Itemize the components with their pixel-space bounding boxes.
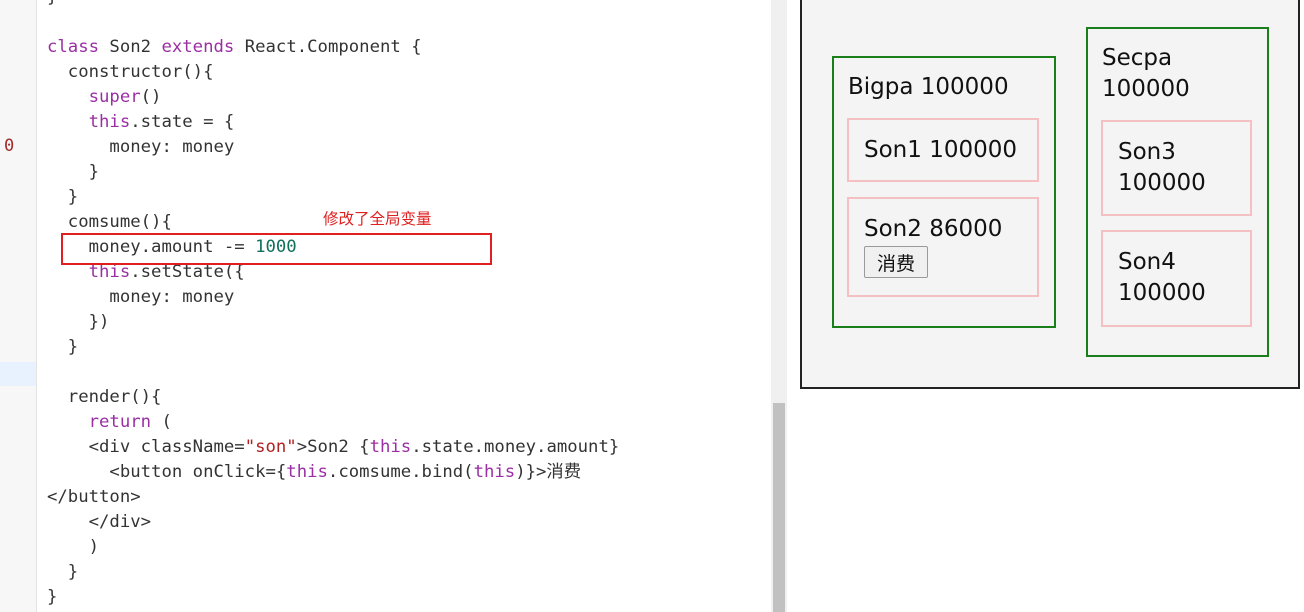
son3-label-line2: 100000 xyxy=(1118,170,1206,196)
active-line-marker xyxy=(0,362,36,386)
code-token: }) xyxy=(47,312,110,332)
gutter-marker: 0 xyxy=(4,136,15,156)
code-token: } xyxy=(47,337,79,357)
code-line[interactable]: } xyxy=(47,160,619,185)
code-editor[interactable]: 0 } class Son2 extends React.Component {… xyxy=(0,0,787,612)
code-token: constructor(){ xyxy=(47,62,214,82)
code-line[interactable]: money: money xyxy=(47,285,619,310)
code-token-kw: this xyxy=(286,462,328,482)
code-token: money: money xyxy=(47,137,235,157)
code-token: money: money xyxy=(47,287,235,307)
code-line[interactable]: } xyxy=(47,585,619,610)
code-line[interactable]: money: money xyxy=(47,135,619,160)
code-token: )}>消费 xyxy=(515,462,581,482)
code-line[interactable]: ) xyxy=(47,535,619,560)
code-token: ) xyxy=(47,537,100,557)
code-token: </div> xyxy=(47,512,152,532)
code-token: >Son2 { xyxy=(296,437,370,457)
editor-scrollbar-thumb[interactable] xyxy=(773,403,785,612)
code-line[interactable] xyxy=(47,360,619,385)
code-token-kw: this xyxy=(88,262,131,282)
code-token: <button onClick={ xyxy=(47,462,287,482)
code-line[interactable]: this.state = { xyxy=(47,110,619,135)
code-line[interactable]: } xyxy=(47,0,619,10)
code-line[interactable] xyxy=(47,10,619,35)
code-token: } xyxy=(47,187,79,207)
highlight-box xyxy=(61,233,492,265)
line-gutter: 0 xyxy=(0,0,37,612)
son2-label: Son2 86000 xyxy=(864,216,1003,242)
son1-label: Son1 100000 xyxy=(864,137,1017,163)
code-line[interactable]: } xyxy=(47,560,619,585)
code-line[interactable]: class Son2 extends React.Component { xyxy=(47,35,619,60)
code-line[interactable]: <div className="son">Son2 {this.state.mo… xyxy=(47,435,620,460)
code-token: .setState({ xyxy=(130,262,245,282)
consume-button[interactable]: 消费 xyxy=(864,246,928,278)
secpa-label-line2: 100000 xyxy=(1102,76,1190,102)
code-token-kw: class xyxy=(47,37,100,57)
code-line[interactable]: <button onClick={this.comsume.bind(this)… xyxy=(47,460,619,485)
code-line[interactable]: render(){ xyxy=(47,385,619,410)
secpa-label-line1: Secpa xyxy=(1102,45,1173,71)
code-token-str: "son" xyxy=(244,437,297,457)
code-content[interactable]: } class Son2 extends React.Component { c… xyxy=(47,0,619,610)
code-token-kw: this xyxy=(88,112,131,132)
code-token: } xyxy=(47,162,100,182)
code-token: .comsume.bind( xyxy=(327,462,474,482)
son4-label-line1: Son4 xyxy=(1118,249,1176,275)
code-token: } xyxy=(47,0,57,7)
code-line[interactable]: }) xyxy=(47,310,619,335)
code-token: .state = { xyxy=(130,112,235,132)
son3-label-line1: Son3 xyxy=(1118,139,1176,165)
code-token: ( xyxy=(151,412,172,432)
code-line[interactable]: return ( xyxy=(47,410,619,435)
son4-label-line2: 100000 xyxy=(1118,280,1206,306)
code-token: React.Component { xyxy=(234,37,422,57)
code-token: render(){ xyxy=(47,387,162,407)
code-line[interactable]: super() xyxy=(47,85,619,110)
code-token-kw: this xyxy=(473,462,516,482)
code-token: comsume(){ xyxy=(47,212,172,232)
code-token: Son2 xyxy=(99,37,162,57)
code-token: } xyxy=(47,562,79,582)
code-token: </button> xyxy=(47,487,141,507)
annotation-label: 修改了全局变量 xyxy=(323,210,432,228)
code-line[interactable]: } xyxy=(47,335,619,360)
code-token: } xyxy=(47,587,58,607)
code-token: <div className= xyxy=(47,437,245,457)
code-line[interactable]: </button> xyxy=(47,485,619,510)
code-token: .state.money.amount} xyxy=(411,437,620,457)
bigpa-label: Bigpa 100000 xyxy=(848,74,1009,100)
code-token-kw: super xyxy=(88,87,141,107)
code-line[interactable]: constructor(){ xyxy=(47,60,619,85)
code-token-kw: extends xyxy=(161,37,235,57)
code-line[interactable]: </div> xyxy=(47,510,619,535)
code-token-kw: return xyxy=(88,412,152,432)
code-token: () xyxy=(140,87,162,107)
code-token-kw: this xyxy=(369,437,412,457)
